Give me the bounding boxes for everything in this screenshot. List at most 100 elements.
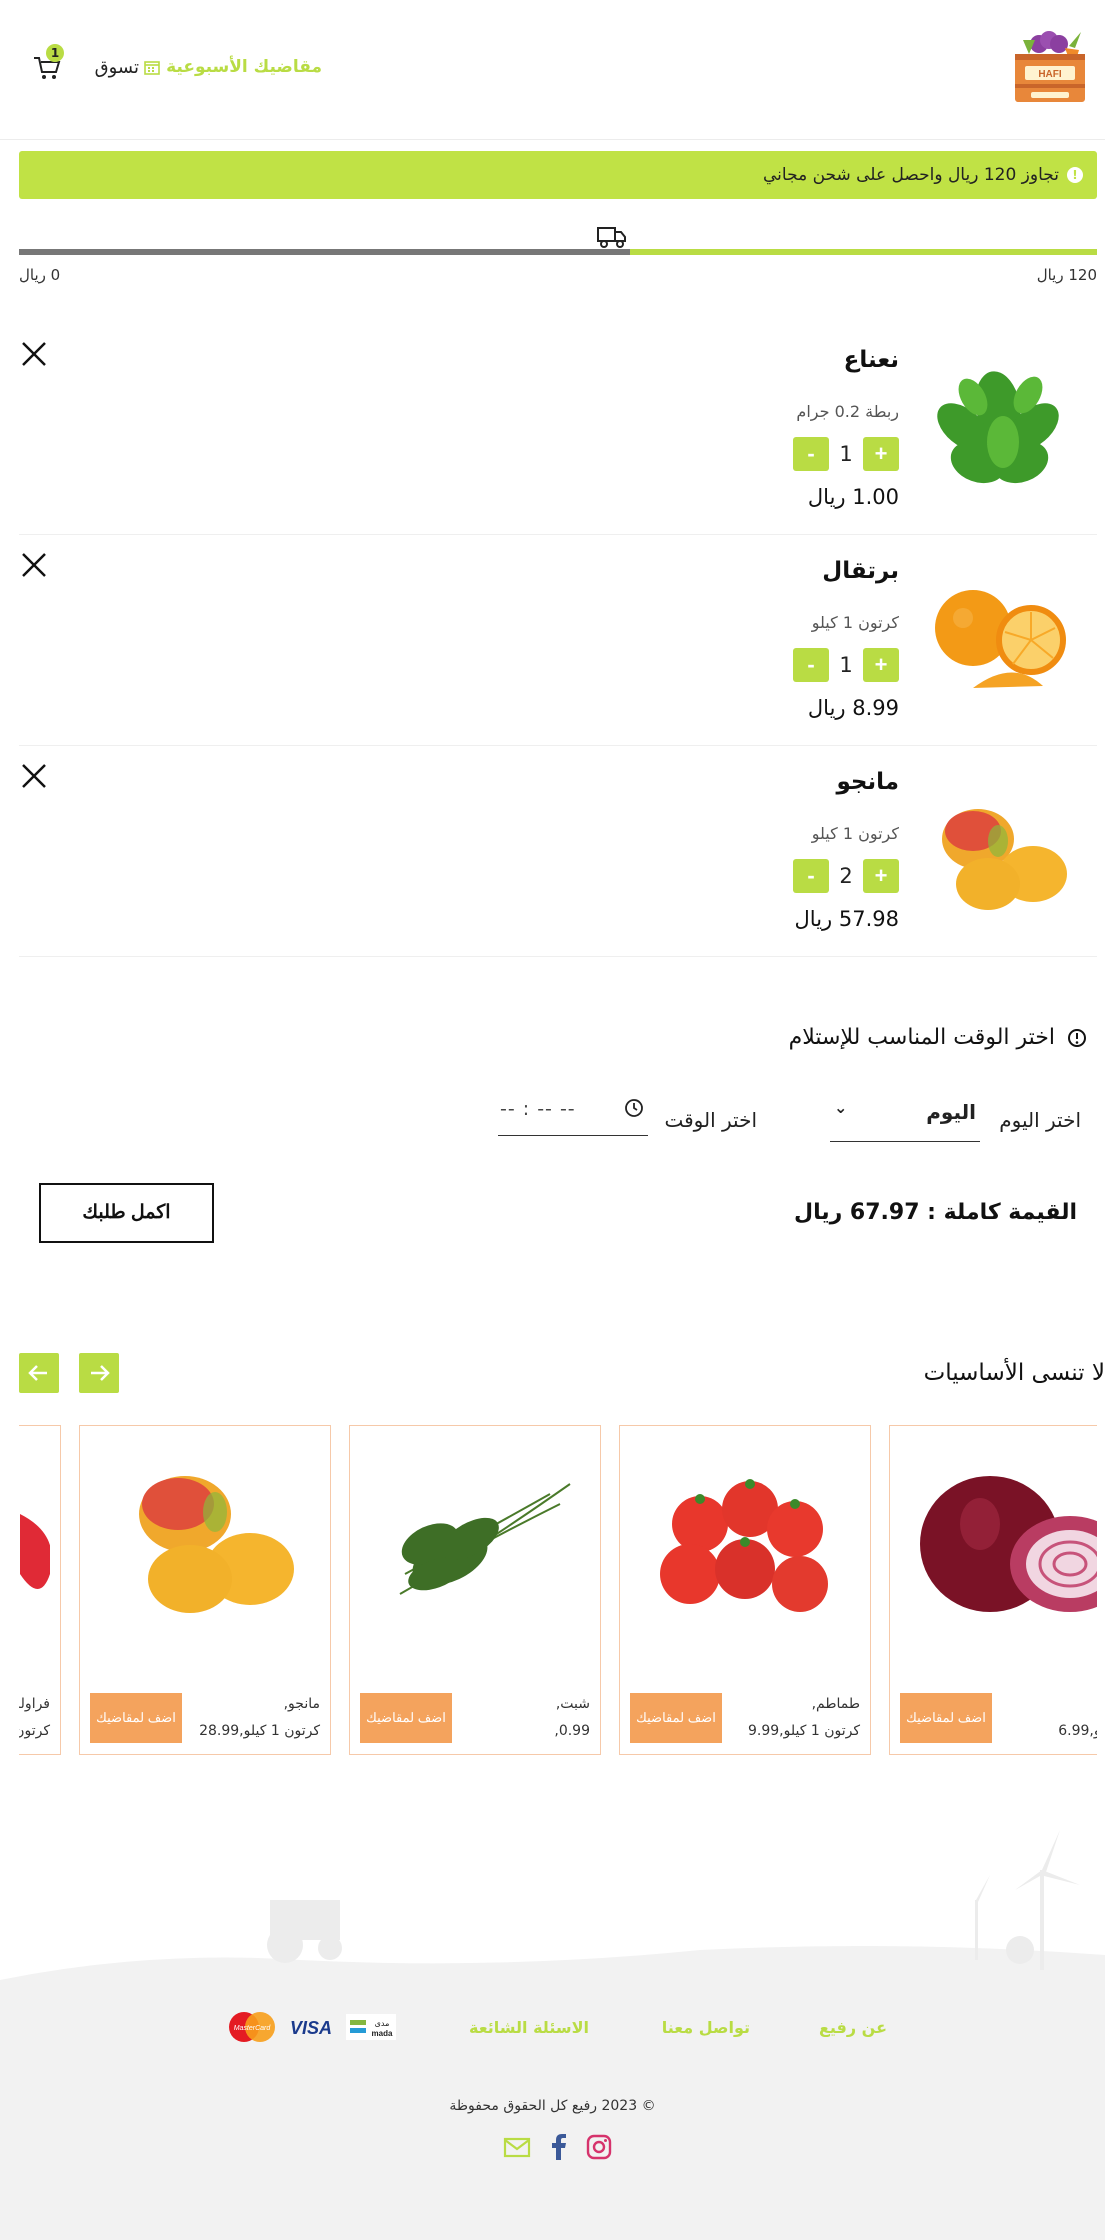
shipping-progress-fill [629, 249, 1097, 255]
quantity-stepper: + 1 - [793, 437, 899, 471]
product-card[interactable]: مانجو, كرتون 1 كيلو,28.99 اضف لمقاضيك [79, 1425, 331, 1755]
instagram-icon[interactable] [584, 2132, 614, 2162]
product-card[interactable]: فراولة كرتون [19, 1425, 61, 1755]
pickup-time-heading: اختر الوقت المناسب للإستلام [789, 1025, 1087, 1050]
add-to-list-button[interactable]: اضف لمقاضيك [900, 1693, 992, 1743]
product-card[interactable]: شبت, 0.99, اضف لمقاضيك [349, 1425, 601, 1755]
item-price: 57.98 ريال [794, 907, 899, 931]
chevron-down-icon: ⌄ [834, 1098, 848, 1117]
strawberry-image [20, 1514, 50, 1589]
quantity-value: 1 [839, 442, 853, 466]
add-to-list-button[interactable]: اضف لمقاضيك [360, 1693, 452, 1743]
logo-text: HAFI [1038, 69, 1062, 80]
cart-item: نعناع ربطة 0.2 جرام + 1 - 1.00 ريال [19, 325, 1097, 535]
cart-item: مانجو كرتون 1 كيلو + 2 - 57.98 ريال [19, 747, 1097, 957]
item-unit: ربطة 0.2 جرام [796, 402, 899, 421]
weekly-nav-label: مقاضيك الأسبوعية [166, 57, 322, 77]
progress-max-label: 120 ريال [1036, 266, 1097, 284]
arrow-left-icon [28, 1365, 47, 1381]
close-icon[interactable] [19, 339, 49, 369]
free-shipping-banner: ! تجاوز 120 ريال واحصل على شحن مجاني [19, 151, 1097, 199]
promo-text: تجاوز 120 ريال واحصل على شحن مجاني [763, 165, 1059, 185]
add-to-list-button[interactable]: اضف لمقاضيك [90, 1693, 182, 1743]
quantity-stepper: + 2 - [793, 859, 899, 893]
onion-image [920, 1476, 1097, 1612]
dill-image [399, 1483, 571, 1595]
add-to-list-button[interactable]: اضف لمقاضيك [630, 1693, 722, 1743]
product-price: كرتون 1 كيلو,9.99 [747, 1723, 860, 1739]
increase-qty-button[interactable]: + [863, 859, 899, 893]
quantity-value: 1 [839, 653, 853, 677]
product-price: 1 كيلو,6.99 [1058, 1723, 1097, 1739]
info-icon: ! [1067, 167, 1083, 183]
carousel-prev-button[interactable] [19, 1353, 59, 1393]
item-name: نعناع [843, 347, 899, 373]
item-price: 8.99 ريال [807, 696, 899, 720]
mada-label: مدى [375, 2019, 390, 2028]
orange-image [935, 590, 1066, 688]
hafi-logo[interactable]: HAFI [1009, 26, 1091, 108]
arrow-right-icon [91, 1365, 110, 1381]
essentials-carousel[interactable]: 1 كيلو,6.99 اضف لمقاضيك طماطم, كرتون 1 ك… [19, 1420, 1097, 1760]
farm-silhouette [0, 1830, 1105, 1990]
product-name: شبت, [555, 1696, 590, 1712]
item-name: برتقال [822, 558, 899, 584]
cart-count-badge: 1 [46, 44, 64, 62]
progress-min-label: 0 ريال [19, 266, 61, 284]
day-label: اختر اليوم [999, 1108, 1081, 1132]
shipping-progress-bar [19, 249, 1097, 255]
product-name: فراولة [19, 1696, 50, 1712]
facebook-icon[interactable] [544, 2132, 574, 2162]
mada-word: mada [372, 2029, 393, 2038]
quantity-value: 2 [839, 864, 853, 888]
time-input[interactable]: -- : -- -- [498, 1092, 648, 1136]
checkout-button[interactable]: اكمل طلبك [39, 1183, 214, 1243]
mango-image [139, 1476, 294, 1613]
truck-icon [597, 227, 626, 248]
nav-weekly-shopping[interactable]: مقاضيك الأسبوعية [144, 57, 322, 77]
item-unit: كرتون 1 كيلو [811, 824, 899, 843]
clock-icon [625, 1099, 643, 1117]
product-price: كرتون 1 كيلو,28.99 [199, 1723, 320, 1739]
item-name: مانجو [836, 769, 899, 795]
carousel-next-button[interactable] [79, 1353, 119, 1393]
mada-logo: مدى mada [346, 2010, 396, 2044]
footer-link-about[interactable]: عن رفيع [819, 2018, 887, 2037]
footer-link-faq[interactable]: الاسئلة الشائعة [469, 2018, 589, 2037]
mastercard-logo: MasterCard [225, 2010, 279, 2044]
increase-qty-button[interactable]: + [863, 648, 899, 682]
mastercard-text: MasterCard [234, 2025, 272, 2032]
mango-image [942, 809, 1067, 910]
item-unit: كرتون 1 كيلو [811, 613, 899, 632]
copyright-text: © 2023 رفيع كل الحقوق محفوظة [449, 2098, 656, 2114]
nav-shop[interactable]: تسوق [95, 57, 139, 78]
decrease-qty-button[interactable]: - [793, 859, 829, 893]
calendar-icon [144, 61, 160, 75]
product-name: مانجو, [283, 1696, 320, 1712]
pickup-title-text: اختر الوقت المناسب للإستلام [788, 1025, 1055, 1050]
product-card[interactable]: طماطم, كرتون 1 كيلو,9.99 اضف لمقاضيك [619, 1425, 871, 1755]
tomato-image [660, 1479, 828, 1612]
visa-logo: VISA [286, 2010, 336, 2044]
quantity-stepper: + 1 - [793, 648, 899, 682]
time-label: اختر الوقت [664, 1108, 757, 1132]
mail-icon[interactable] [502, 2132, 532, 2162]
day-select[interactable]: اليوم ⌄ [830, 1092, 980, 1142]
close-icon[interactable] [19, 761, 49, 791]
visa-text: VISA [290, 2018, 332, 2038]
close-icon[interactable] [19, 550, 49, 580]
alert-icon [1068, 1028, 1086, 1047]
cart-item: برتقال كرتون 1 كيلو + 1 - 8.99 ريال [19, 536, 1097, 746]
mint-image [937, 371, 1059, 484]
day-select-value: اليوم [926, 1100, 976, 1124]
item-price: 1.00 ريال [807, 485, 899, 509]
site-header: HAFI مقاضيك الأسبوعية تسوق 1 [0, 0, 1105, 140]
product-card[interactable]: 1 كيلو,6.99 اضف لمقاضيك [889, 1425, 1097, 1755]
decrease-qty-button[interactable]: - [793, 437, 829, 471]
footer-link-contact[interactable]: تواصل معنا [662, 2018, 750, 2037]
increase-qty-button[interactable]: + [863, 437, 899, 471]
order-total: القيمة كاملة : 67.97 ريال [793, 1200, 1077, 1225]
decrease-qty-button[interactable]: - [793, 648, 829, 682]
time-input-value: -- : -- -- [500, 1098, 576, 1120]
essentials-heading: لا تنسى الأساسيات [923, 1360, 1105, 1386]
